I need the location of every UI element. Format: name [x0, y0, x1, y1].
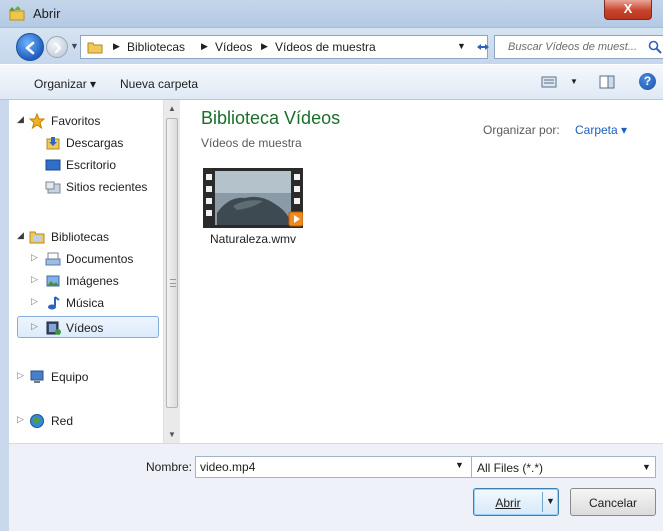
chevron-right-icon[interactable]: ▶ [261, 41, 268, 52]
open-options-dropdown[interactable]: ▼ [546, 496, 555, 506]
file-list-area[interactable]: Biblioteca Vídeos Vídeos de muestra Orga… [181, 100, 663, 443]
back-button[interactable] [16, 33, 44, 61]
breadcrumb-item[interactable]: Bibliotecas [127, 40, 185, 54]
nav-label: Imágenes [66, 274, 119, 288]
computer-icon [29, 369, 45, 385]
nav-item-equipo[interactable]: ▷ Equipo [9, 366, 163, 388]
nav-item-escritorio[interactable]: Escritorio [9, 154, 163, 176]
cancel-button[interactable]: Cancelar [570, 488, 656, 516]
nav-item-bibliotecas[interactable]: ◢ Bibliotecas [9, 226, 163, 248]
file-name: Naturaleza.wmv [209, 232, 297, 246]
star-icon [28, 112, 46, 130]
grip-icon [170, 279, 176, 287]
help-icon[interactable]: ? [639, 73, 656, 90]
address-row: ▼ ▶ Bibliotecas ▶ Vídeos ▶ Vídeos de mue… [0, 28, 663, 64]
file-type-select[interactable]: All Files (*.*) ▼ [471, 456, 656, 478]
organize-menu[interactable]: Organizar ▾ [34, 77, 96, 91]
nav-label: Descargas [66, 136, 124, 150]
expand-arrow-icon[interactable]: ▷ [31, 274, 38, 285]
open-button[interactable]: Abrir ▼ [473, 488, 559, 516]
refresh-icon[interactable] [475, 39, 491, 55]
change-view-icon[interactable] [540, 74, 558, 90]
breadcrumb-item[interactable]: Vídeos de muestra [275, 40, 376, 54]
chevron-down-icon[interactable]: ▼ [642, 462, 651, 472]
nav-label: Favoritos [51, 114, 101, 128]
nav-item-descargas[interactable]: Descargas [9, 132, 163, 154]
nav-item-documentos[interactable]: ▷ Documentos [9, 248, 163, 270]
library-subtitle: Vídeos de muestra [201, 136, 302, 150]
view-options-dropdown[interactable]: ▼ [570, 77, 578, 86]
arrange-by-dropdown[interactable]: Carpeta ▾ [575, 123, 627, 137]
nav-label: Sitios recientes [66, 180, 148, 194]
open-button-label: Abrir [495, 496, 521, 510]
title-bar: Abrir X [0, 0, 663, 28]
breadcrumb-item[interactable]: Vídeos [215, 40, 252, 54]
nav-label: Música [66, 296, 105, 310]
forward-button[interactable] [46, 36, 68, 58]
navigation-scrollbar[interactable]: ▲ ▼ [163, 100, 180, 443]
scroll-up-icon[interactable]: ▲ [168, 104, 176, 113]
window-border [0, 100, 9, 531]
nav-label: Bibliotecas [51, 230, 110, 244]
nav-item-favoritos[interactable]: ◢ Favoritos [9, 110, 163, 132]
address-dropdown[interactable]: ▼ [457, 41, 466, 51]
arrange-by-label: Organizar por: [483, 123, 560, 137]
back-arrow-icon [25, 41, 35, 55]
window-title: Abrir [33, 6, 61, 21]
nav-item-videos[interactable]: ▷ Vídeos [17, 316, 159, 338]
close-button[interactable]: X [604, 0, 652, 20]
nav-item-red[interactable]: ▷ Red [9, 410, 163, 432]
videos-icon [45, 320, 61, 336]
collapse-arrow-icon[interactable]: ◢ [17, 230, 24, 241]
nav-label: Red [51, 414, 74, 428]
expand-arrow-icon[interactable]: ▷ [17, 414, 24, 425]
music-icon [45, 295, 61, 311]
folder-icon [87, 40, 103, 54]
nav-label: Vídeos [66, 321, 104, 335]
forward-arrow-icon [55, 43, 62, 53]
expand-arrow-icon[interactable]: ▷ [31, 321, 38, 332]
search-icon[interactable] [648, 40, 662, 54]
pictures-icon [45, 273, 61, 289]
file-type-value: All Files (*.*) [477, 461, 544, 475]
downloads-folder-icon [45, 135, 61, 151]
cancel-button-label: Cancelar [588, 496, 638, 510]
search-box[interactable]: Buscar Vídeos de muest... [494, 35, 663, 59]
app-icon [8, 5, 26, 21]
chevron-right-icon[interactable]: ▶ [113, 41, 120, 52]
nav-item-musica[interactable]: ▷ Música [9, 292, 163, 314]
navigation-pane: ◢ Favoritos Descargas Escritorio Sitios … [9, 100, 163, 443]
expand-arrow-icon[interactable]: ▷ [17, 370, 24, 381]
recent-pages-dropdown[interactable]: ▼ [70, 41, 79, 51]
new-folder-button[interactable]: Nueva carpeta [120, 77, 198, 91]
command-bar: Organizar ▾ Nueva carpeta ▼ ? [0, 64, 663, 100]
expand-arrow-icon[interactable]: ▷ [31, 252, 38, 263]
collapse-arrow-icon[interactable]: ◢ [17, 114, 24, 125]
video-thumbnail-icon [203, 168, 303, 228]
split-divider [542, 492, 543, 512]
chevron-right-icon[interactable]: ▶ [201, 41, 208, 52]
file-name-panel: Nombre: ▼ All Files (*.*) ▼ Abrir ▼ Canc… [9, 443, 663, 531]
breadcrumb[interactable]: ▶ Bibliotecas ▶ Vídeos ▶ Vídeos de muest… [80, 35, 491, 59]
scrollbar-thumb[interactable] [166, 118, 178, 408]
network-icon [29, 413, 45, 429]
libraries-icon [29, 229, 45, 245]
nav-item-sitios-recientes[interactable]: Sitios recientes [9, 176, 163, 198]
file-name-field[interactable] [195, 456, 473, 478]
nav-label: Documentos [66, 252, 134, 266]
nav-label: Escritorio [66, 158, 117, 172]
file-item[interactable]: Naturaleza.wmv [197, 168, 309, 252]
library-title: Biblioteca Vídeos [201, 108, 341, 128]
nav-label: Equipo [51, 370, 89, 384]
preview-pane-icon[interactable] [598, 74, 616, 90]
expand-arrow-icon[interactable]: ▷ [31, 296, 38, 307]
file-name-dropdown[interactable]: ▼ [455, 460, 464, 470]
recent-places-icon [45, 179, 61, 195]
desktop-icon [45, 157, 61, 173]
search-input[interactable]: Buscar Vídeos de muest... [508, 41, 637, 53]
nav-item-imagenes[interactable]: ▷ Imágenes [9, 270, 163, 292]
file-name-label: Nombre: [146, 460, 193, 474]
scroll-down-icon[interactable]: ▼ [168, 430, 176, 439]
documents-icon [45, 251, 61, 267]
